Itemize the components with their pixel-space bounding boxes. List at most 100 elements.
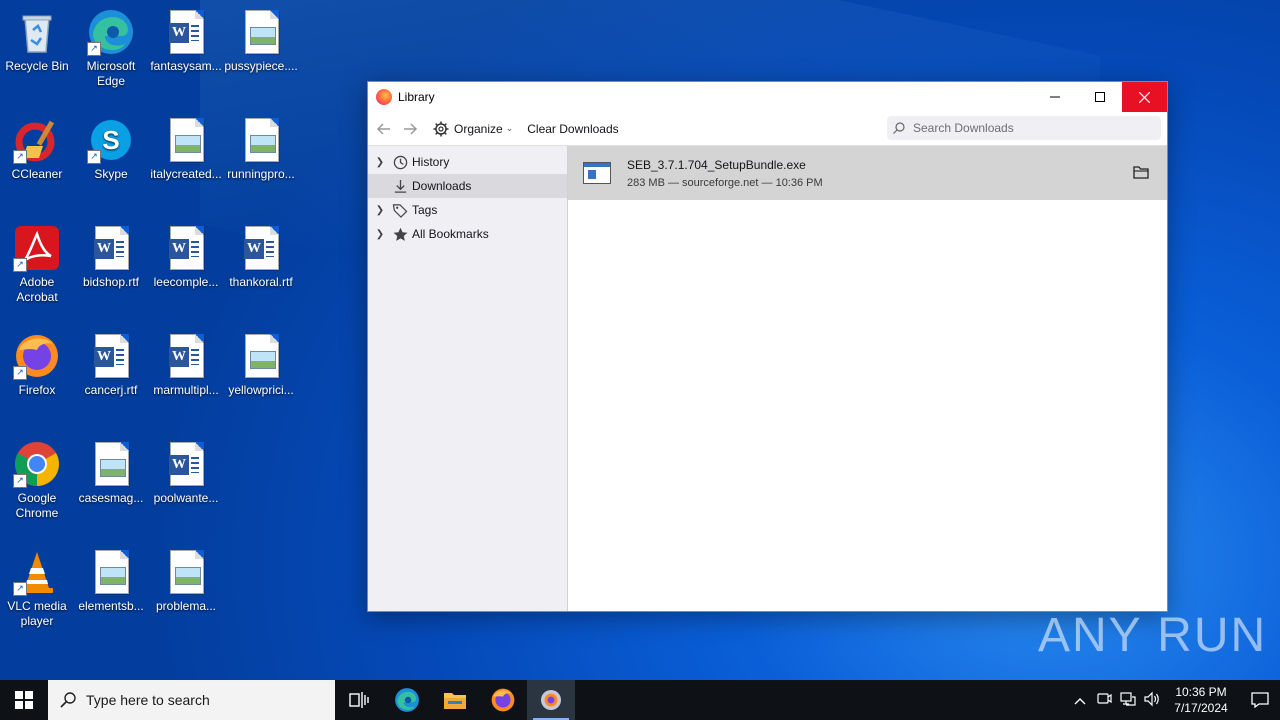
desktop-icon-bidshop[interactable]: W bidshop.rtf bbox=[74, 224, 148, 290]
sidebar-item-downloads[interactable]: Downloads bbox=[368, 174, 567, 198]
forward-button[interactable] bbox=[397, 116, 423, 142]
desktop-icon-recycle-bin[interactable]: Recycle Bin bbox=[0, 8, 74, 74]
desktop-icon-firefox[interactable]: ↗ Firefox bbox=[0, 332, 74, 398]
desktop-icon-skype[interactable]: S ↗ Skype bbox=[74, 116, 148, 182]
maximize-button[interactable] bbox=[1077, 82, 1122, 112]
desktop-icon-thankoral[interactable]: W thankoral.rtf bbox=[224, 224, 298, 290]
folder-icon bbox=[444, 693, 466, 709]
desktop-icon-label: thankoral.rtf bbox=[229, 275, 293, 289]
shortcut-arrow-icon: ↗ bbox=[13, 150, 27, 164]
organize-button[interactable]: Organize ⌄ bbox=[433, 121, 513, 137]
sidebar-item-history[interactable]: ❯ History bbox=[368, 150, 567, 174]
desktop-icon-label: casesmag... bbox=[78, 491, 144, 505]
sidebar-item-label: Downloads bbox=[412, 179, 472, 193]
minimize-button[interactable] bbox=[1032, 82, 1077, 112]
shortcut-arrow-icon: ↗ bbox=[13, 582, 27, 596]
desktop-icon-label: problema... bbox=[155, 599, 217, 613]
desktop-icon-vlc[interactable]: ↗ VLC media player bbox=[0, 548, 74, 629]
svg-text:S: S bbox=[102, 125, 119, 155]
desktop-icon-pussypiece[interactable]: pussypiece.... bbox=[224, 8, 298, 74]
desktop-icon-label: yellowprici... bbox=[228, 383, 294, 397]
desktop-icon-label: runningpro... bbox=[227, 167, 295, 181]
system-tray: 10:36 PM 7/17/2024 bbox=[1068, 680, 1280, 720]
desktop-icon-google-chrome[interactable]: ↗ Google Chrome bbox=[0, 440, 74, 521]
anyrun-watermark: ANY RUN bbox=[1038, 609, 1268, 662]
taskbar-firefox[interactable] bbox=[479, 680, 527, 720]
desktop-icon-fantasysam[interactable]: W fantasysam... bbox=[149, 8, 223, 74]
desktop-icon-label: poolwante... bbox=[153, 491, 219, 505]
show-in-folder-button[interactable] bbox=[1133, 165, 1149, 179]
desktop-icon-label: CCleaner bbox=[11, 167, 63, 181]
desktop-icon-label: Firefox bbox=[18, 383, 56, 397]
download-item[interactable]: SEB_3.7.1.704_SetupBundle.exe 283 MB — s… bbox=[568, 146, 1167, 200]
start-button[interactable] bbox=[0, 680, 48, 720]
task-view-icon bbox=[349, 692, 369, 708]
desktop-icon-elementsb[interactable]: elementsb... bbox=[74, 548, 148, 614]
desktop-icon-marmultipl[interactable]: W marmultipl... bbox=[149, 332, 223, 398]
network-icon[interactable] bbox=[1116, 691, 1140, 710]
windows-logo-icon bbox=[15, 691, 33, 709]
sidebar-item-label: Tags bbox=[412, 203, 438, 217]
chevron-right-icon[interactable]: ❯ bbox=[374, 157, 386, 168]
sidebar-item-tags[interactable]: ❯ Tags bbox=[368, 198, 567, 222]
clear-downloads-button[interactable]: Clear Downloads bbox=[527, 122, 618, 136]
adobe-acrobat-icon: ↗ bbox=[13, 224, 61, 272]
clock-date: 7/17/2024 bbox=[1174, 701, 1228, 715]
shortcut-arrow-icon: ↗ bbox=[13, 258, 27, 272]
shortcut-arrow-icon: ↗ bbox=[13, 474, 27, 488]
taskbar-edge[interactable] bbox=[383, 680, 431, 720]
task-view-button[interactable] bbox=[335, 680, 383, 720]
word-document-icon: W bbox=[87, 224, 135, 272]
taskbar-file-explorer[interactable] bbox=[431, 680, 479, 720]
desktop-icon-label: Microsoft Edge bbox=[86, 59, 136, 88]
sidebar-item-all-bookmarks[interactable]: ❯ All Bookmarks bbox=[368, 222, 567, 246]
chevron-right-icon[interactable]: ❯ bbox=[374, 205, 386, 216]
word-document-icon: W bbox=[87, 332, 135, 380]
action-center-button[interactable] bbox=[1240, 680, 1280, 720]
image-file-icon bbox=[162, 116, 210, 164]
desktop-icon-ccleaner[interactable]: ↗ CCleaner bbox=[0, 116, 74, 182]
back-button[interactable] bbox=[371, 116, 397, 142]
taskbar-clock[interactable]: 10:36 PM 7/17/2024 bbox=[1168, 684, 1234, 716]
desktop-icon-label: cancerj.rtf bbox=[84, 383, 138, 397]
desktop-icon-label: leecomple... bbox=[153, 275, 219, 289]
library-window: Library Organize ⌄ Clear Downloads Searc… bbox=[367, 81, 1168, 612]
window-titlebar[interactable]: Library bbox=[368, 82, 1167, 112]
library-body: ❯ History Downloads ❯ Tags ❯ All Bookmar… bbox=[368, 146, 1167, 611]
taskbar-library-window[interactable] bbox=[527, 680, 575, 720]
firefox-icon: ↗ bbox=[13, 332, 61, 380]
chrome-icon: ↗ bbox=[13, 440, 61, 488]
taskbar-search-box[interactable]: Type here to search bbox=[48, 680, 335, 720]
close-button[interactable] bbox=[1122, 82, 1167, 112]
shortcut-arrow-icon: ↗ bbox=[13, 366, 27, 380]
search-downloads-box[interactable] bbox=[887, 116, 1161, 140]
image-file-icon bbox=[87, 440, 135, 488]
edge-icon: ↗ bbox=[87, 8, 135, 56]
chevron-up-icon[interactable] bbox=[1068, 693, 1092, 708]
search-icon bbox=[893, 122, 905, 134]
chevron-right-icon[interactable]: ❯ bbox=[374, 229, 386, 240]
desktop-icon-problema[interactable]: problema... bbox=[149, 548, 223, 614]
desktop-icon-label: pussypiece.... bbox=[224, 59, 298, 73]
desktop-icon-italycreated[interactable]: italycreated... bbox=[149, 116, 223, 182]
search-icon bbox=[60, 692, 76, 708]
star-icon bbox=[392, 226, 408, 242]
vlc-cone-icon: ↗ bbox=[13, 548, 61, 596]
desktop-icon-cancerj[interactable]: W cancerj.rtf bbox=[74, 332, 148, 398]
shortcut-arrow-icon: ↗ bbox=[87, 150, 101, 164]
desktop-icon-edge[interactable]: ↗ Microsoft Edge bbox=[74, 8, 148, 89]
tag-icon bbox=[392, 202, 408, 218]
desktop-icon-leecomple[interactable]: W leecomple... bbox=[149, 224, 223, 290]
meet-now-icon[interactable] bbox=[1092, 691, 1116, 710]
gear-icon bbox=[433, 121, 449, 136]
desktop-icon-label: elementsb... bbox=[78, 599, 144, 613]
desktop-icon-runningpro[interactable]: runningpro... bbox=[224, 116, 298, 182]
desktop-icon-adobe-acrobat[interactable]: ↗ Adobe Acrobat bbox=[0, 224, 74, 305]
desktop-icon-label: VLC media player bbox=[7, 599, 67, 628]
search-downloads-input[interactable] bbox=[911, 120, 1145, 136]
desktop-icon-yellowprici[interactable]: yellowprici... bbox=[224, 332, 298, 398]
folder-icon bbox=[1133, 166, 1149, 179]
desktop-icon-casesmag[interactable]: casesmag... bbox=[74, 440, 148, 506]
volume-icon[interactable] bbox=[1140, 691, 1164, 710]
desktop-icon-poolwante[interactable]: W poolwante... bbox=[149, 440, 223, 506]
